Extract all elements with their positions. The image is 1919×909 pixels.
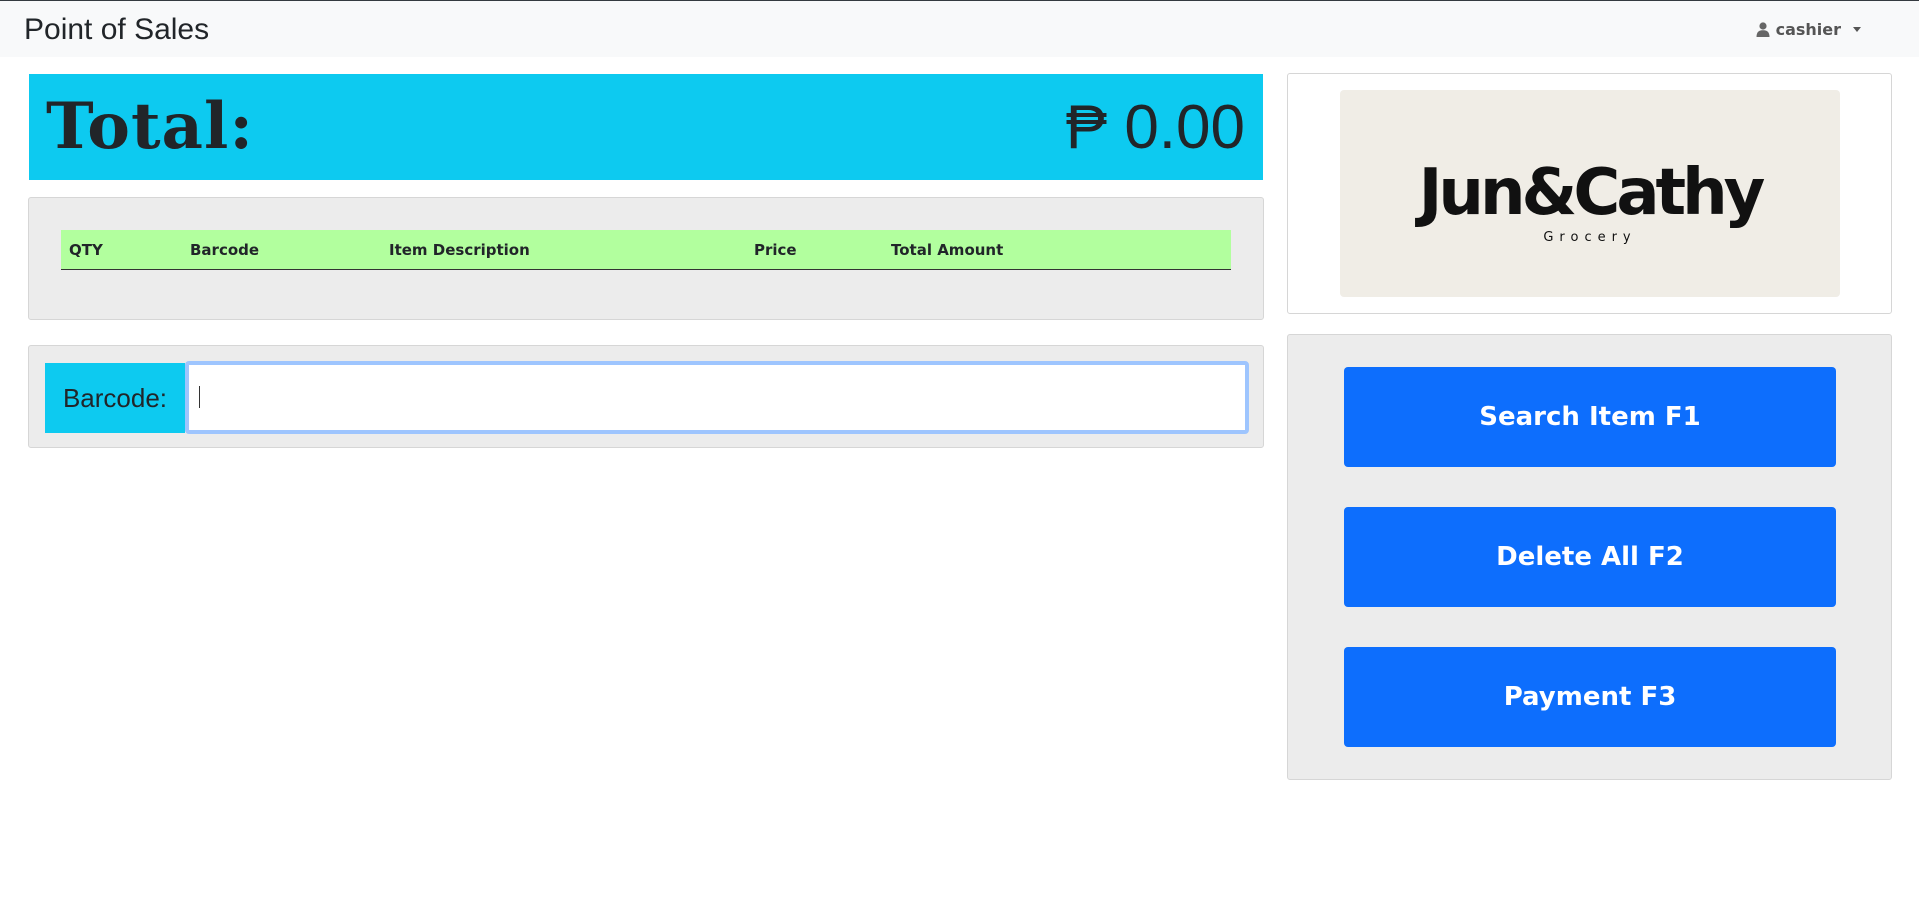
user-menu-dropdown[interactable]: cashier xyxy=(1756,20,1861,39)
barcode-input[interactable] xyxy=(185,361,1249,434)
column-header-item-description: Item Description xyxy=(389,241,530,259)
navbar: Point of Sales cashier xyxy=(0,0,1919,57)
payment-button[interactable]: Payment F3 xyxy=(1344,647,1836,747)
column-header-barcode: Barcode xyxy=(190,241,260,259)
store-logo: Jun&Cathy Grocery xyxy=(1340,90,1840,297)
app-brand[interactable]: Point of Sales xyxy=(24,12,209,48)
column-header-price: Price xyxy=(754,241,797,259)
barcode-label: Barcode: xyxy=(45,363,185,433)
text-cursor xyxy=(199,386,200,408)
total-label: Total: xyxy=(46,89,254,164)
store-logo-subtitle: Grocery xyxy=(1543,230,1637,245)
barcode-entry-card: Barcode: xyxy=(28,345,1264,448)
user-name: cashier xyxy=(1775,20,1841,39)
store-logo-name: Jun&Cathy xyxy=(1418,156,1766,230)
cart-table-card: QTY Barcode Item Description Price Total… xyxy=(28,197,1264,320)
column-header-total-amount: Total Amount xyxy=(891,241,1004,259)
user-icon xyxy=(1756,22,1770,37)
search-item-button[interactable]: Search Item F1 xyxy=(1344,367,1836,467)
column-header-qty: QTY xyxy=(69,241,103,259)
actions-panel: Search Item F1 Delete All F2 Payment F3 xyxy=(1287,334,1892,780)
caret-down-icon xyxy=(1853,27,1861,32)
store-logo-card: Jun&Cathy Grocery xyxy=(1287,73,1892,314)
delete-all-button[interactable]: Delete All F2 xyxy=(1344,507,1836,607)
cart-table-header: QTY Barcode Item Description Price Total… xyxy=(61,230,1231,270)
total-panel: Total: ₱ 0.00 xyxy=(29,74,1263,180)
total-amount: ₱ 0.00 xyxy=(1065,93,1245,162)
